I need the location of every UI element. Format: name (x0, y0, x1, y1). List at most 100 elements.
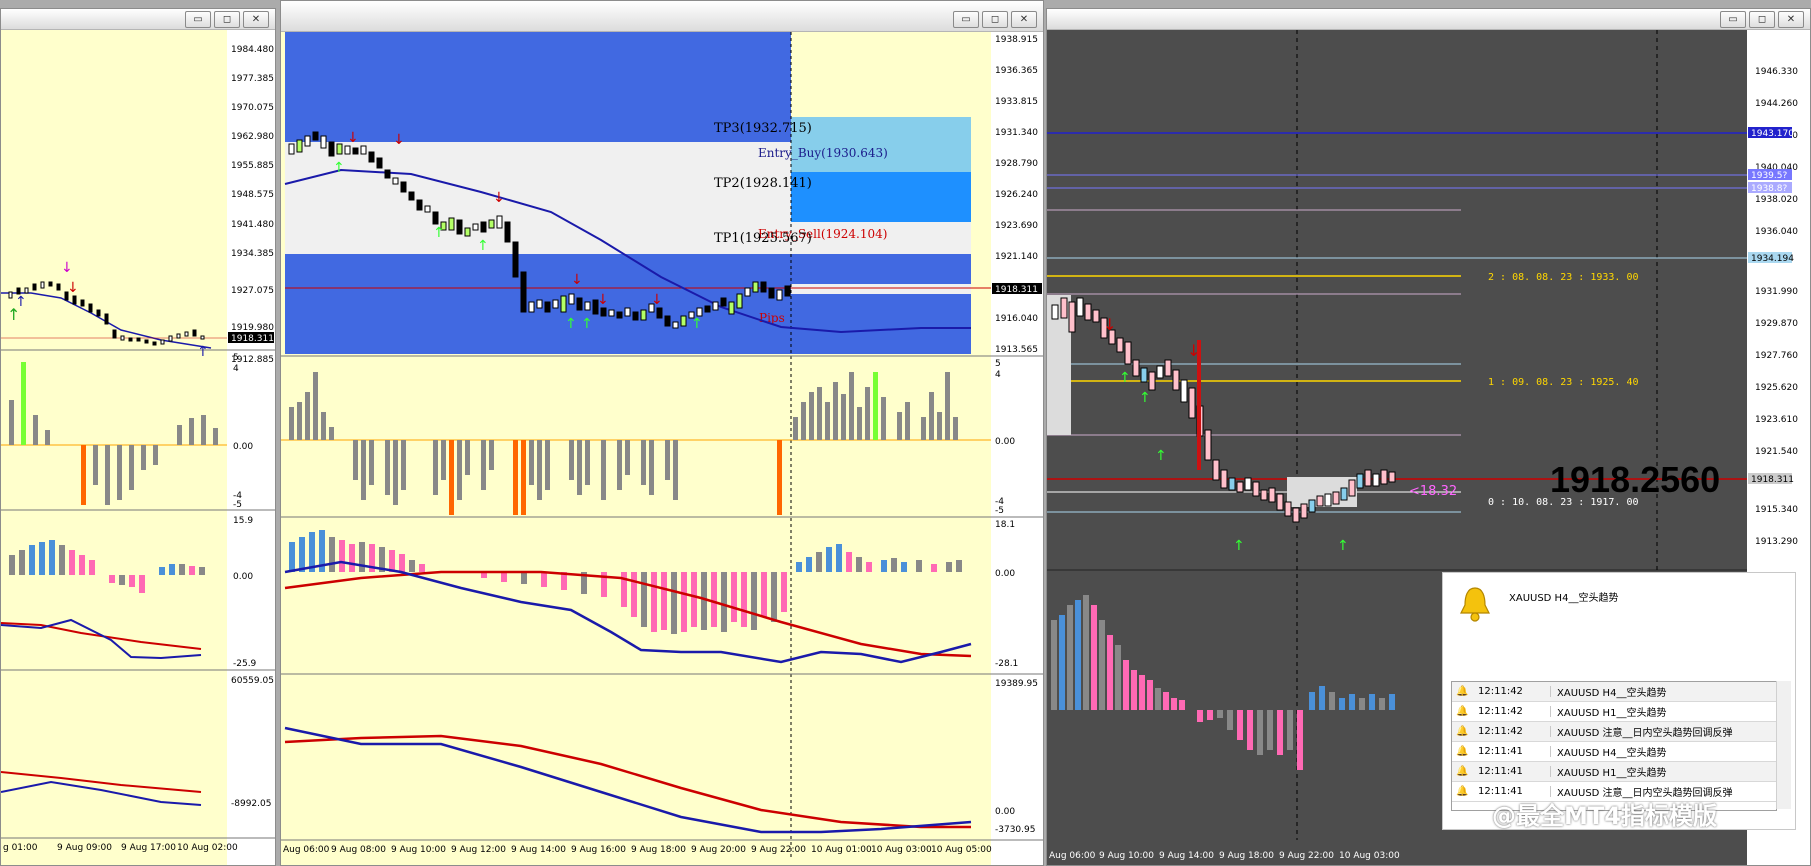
ind3-tick: 60559.05 (231, 676, 274, 686)
time-tick: 9 Aug 22:00 (1279, 851, 1334, 861)
ind1-tick: 4 (995, 370, 1001, 380)
ind2-tick: 0.00 (995, 569, 1015, 579)
price-tick: 1936.040 (1755, 227, 1798, 237)
close-button[interactable]: ✕ (1778, 11, 1804, 28)
svg-text:↑: ↑ (197, 344, 209, 360)
price-tick: 1938.915 (995, 35, 1038, 45)
ind2-tick: -25.9 (233, 659, 257, 669)
alert-time: 12:11:42 (1472, 726, 1551, 737)
price-tick: 1919.980 (231, 323, 274, 333)
price-tick: 1938.020 (1755, 195, 1798, 205)
middle-chart-canvas[interactable]: TP3(1932.715) Entry_Buy(1930.643) TP2(19… (281, 32, 1044, 866)
alert-time: 12:11:42 (1472, 686, 1551, 697)
svg-text:↑: ↑ (1233, 538, 1245, 554)
close-button[interactable]: ✕ (1011, 11, 1037, 28)
list-item[interactable]: 🔔 12:11:42 XAUUSD H1__空头趋势 (1452, 702, 1776, 722)
price-tick: 1915.340 (1755, 505, 1798, 515)
restore-button[interactable]: ◻ (214, 11, 240, 28)
time-tick: 10 Aug 03:00 (1339, 851, 1400, 861)
ind1-tick: 0.00 (995, 437, 1015, 447)
price-tick: 1926.240 (995, 190, 1038, 200)
svg-text:↓: ↓ (571, 272, 583, 288)
svg-text:↑: ↑ (1139, 390, 1151, 406)
svg-text:↑: ↑ (433, 225, 445, 241)
price-tick: 1923.610 (1755, 415, 1798, 425)
current-price-tag: 1918.311 (1751, 475, 1794, 485)
price-tick: 1931.990 (1755, 287, 1798, 297)
ind3-tick: 19389.95 (995, 679, 1038, 689)
time-tick: 9 Aug 14:00 (1159, 851, 1214, 861)
minimize-button[interactable]: ▭ (953, 11, 979, 28)
bell-icon: 🔔 (1456, 726, 1469, 737)
minimize-button[interactable]: ▭ (1720, 11, 1746, 28)
ind2-tick: 0.00 (233, 572, 253, 582)
price-tick: 1913.565 (995, 345, 1038, 355)
alert-panel: XAUUSD H4__空头趋势 🔔 12:11:42 XAUUSD H4__空头… (1442, 572, 1796, 830)
close-button[interactable]: ✕ (243, 11, 269, 28)
price-tag-purple: 1938.8? (1751, 184, 1787, 194)
ind1-tick: 0.00 (233, 442, 253, 452)
price-tick: 1921.140 (995, 252, 1038, 262)
alert-message: XAUUSD 注意__日内空头趋势回调反弹 (1557, 728, 1733, 739)
list-item[interactable]: 🔔 12:11:41 XAUUSD H1__空头趋势 (1452, 762, 1776, 782)
list-item[interactable]: 🔔 12:11:42 XAUUSD H4__空头趋势 (1452, 682, 1776, 702)
svg-text:↑: ↑ (565, 316, 577, 332)
bell-icon: 🔔 (1456, 766, 1469, 777)
tp3-label: TP3(1932.715) (714, 121, 812, 136)
ind2-tick: 18.1 (995, 520, 1015, 530)
time-tick: 10 Aug 05:00 (931, 845, 992, 855)
time-tick: 10 Aug 03:00 (871, 845, 932, 855)
time-tick: 9 Aug 20:00 (691, 845, 746, 855)
level-1-label: 1 : 09. 08. 23 : 1925. 40 (1488, 377, 1639, 388)
alert-header: XAUUSD H4__空头趋势 (1509, 593, 1619, 604)
alert-message: XAUUSD H4__空头趋势 (1557, 688, 1667, 699)
alert-time: 12:11:42 (1472, 706, 1551, 717)
right-time-axis: Aug 06:00 9 Aug 10:00 9 Aug 14:00 9 Aug … (1049, 851, 1400, 861)
watermark-text: @最全MT4指标模版 (1492, 802, 1717, 830)
time-tick: 10 Aug 01:00 (811, 845, 872, 855)
price-tick: 1984.480 (231, 45, 274, 55)
bell-icon: 🔔 (1456, 706, 1469, 717)
price-tick: 1970.075 (231, 103, 274, 113)
price-tick: 1928.790 (995, 159, 1038, 169)
price-tick: 1946.330 (1755, 67, 1798, 77)
list-item[interactable]: 🔔 12:11:42 XAUUSD 注意__日内空头趋势回调反弹 (1452, 722, 1776, 742)
bell-icon (1460, 587, 1490, 622)
alert-scrollbar[interactable] (1776, 681, 1791, 809)
minimize-button[interactable]: ▭ (185, 11, 211, 28)
time-tick: 9 Aug 14:00 (511, 845, 566, 855)
ind2-tick: -28.1 (995, 659, 1018, 669)
alert-time: 12:11:41 (1472, 746, 1551, 757)
price-tick: 1921.540 (1755, 447, 1798, 457)
svg-text:↓: ↓ (67, 280, 79, 296)
left-chart-canvas[interactable]: ↑ ↑ ↓ ↓ ↑ 1984.480 1977.385 1970.075 196… (1, 30, 276, 865)
ind3-tick: 0.00 (995, 807, 1015, 817)
price-tick: 1931.340 (995, 128, 1038, 138)
price-tick: 1925.620 (1755, 383, 1798, 393)
restore-button[interactable]: ◻ (1749, 11, 1775, 28)
ind1-tick: 5 (233, 353, 239, 363)
pips-label: Pips (759, 311, 785, 325)
price-tick: 1941.480 (231, 220, 274, 230)
time-tick: 9 Aug 17:00 (121, 843, 176, 853)
big-price-display: 1918.2560 (1550, 459, 1721, 500)
time-tick: 9 Aug 18:00 (631, 845, 686, 855)
list-item[interactable]: 🔔 12:11:41 XAUUSD H4__空头趋势 (1452, 742, 1776, 762)
price-tick: 1948.575 (231, 190, 274, 200)
restore-button[interactable]: ◻ (982, 11, 1008, 28)
svg-text:↓: ↓ (347, 130, 359, 146)
tp2-label: TP2(1928.141) (714, 176, 812, 191)
svg-text:↑: ↑ (333, 160, 345, 176)
right-titlebar: ▭ ◻ ✕ (1047, 9, 1810, 30)
price-tick: 1913.290 (1755, 537, 1798, 547)
middle-titlebar: ▭ ◻ ✕ (281, 1, 1043, 32)
price-tick: 1927.760 (1755, 351, 1798, 361)
price-tick: 1933.815 (995, 97, 1038, 107)
bell-icon: 🔔 (1456, 746, 1469, 757)
price-tick: 1929.870 (1755, 319, 1798, 329)
left-titlebar: ▭ ◻ ✕ (1, 9, 275, 30)
ind1-tick: 5 (995, 359, 1001, 369)
svg-text:↓: ↓ (1103, 315, 1116, 334)
alert-list[interactable]: 🔔 12:11:42 XAUUSD H4__空头趋势 🔔 12:11:42 XA… (1451, 681, 1777, 811)
price-tick: 1936.365 (995, 66, 1038, 76)
